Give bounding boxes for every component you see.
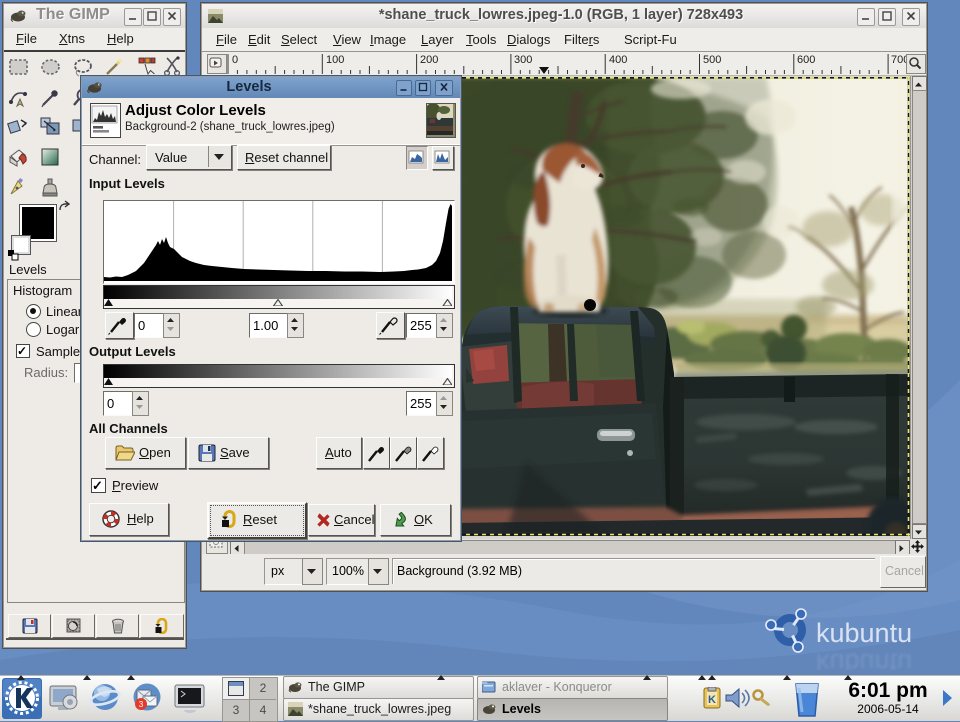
- svg-text:K: K: [708, 694, 716, 706]
- svg-text:kubuntu: kubuntu: [816, 618, 912, 648]
- svg-text:400: 400: [609, 54, 627, 66]
- svg-text:600: 600: [797, 54, 815, 66]
- svg-text:100: 100: [326, 54, 344, 66]
- svg-text:0: 0: [232, 54, 238, 66]
- svg-text:3: 3: [139, 700, 144, 709]
- svg-text:200: 200: [420, 54, 438, 66]
- svg-text:kubuntu: kubuntu: [816, 648, 912, 670]
- svg-text:500: 500: [703, 54, 721, 66]
- svg-text:300: 300: [514, 54, 532, 66]
